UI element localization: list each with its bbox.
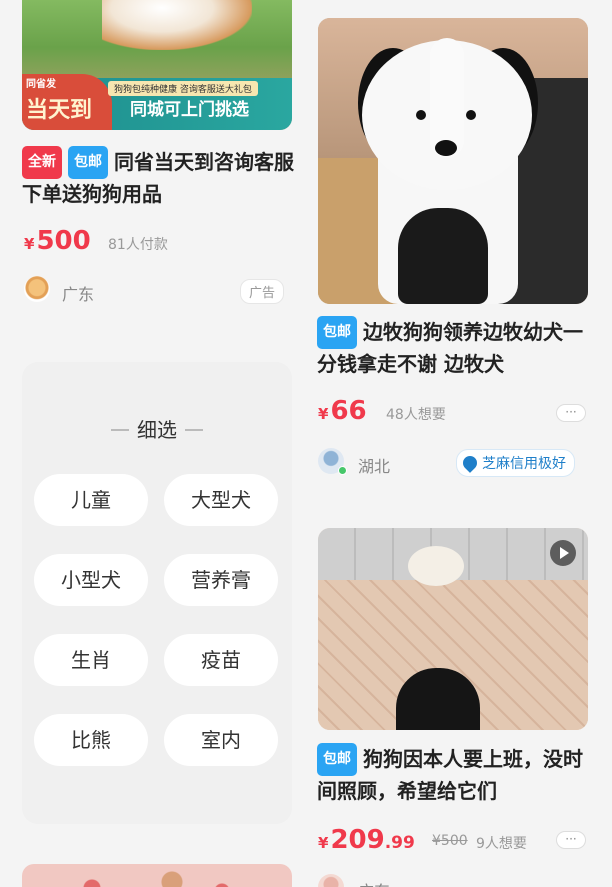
corgi-avatar-icon[interactable]	[24, 276, 50, 302]
badge-free-shipping: 包邮	[68, 146, 108, 179]
image-corner-text: 同省发	[26, 79, 56, 90]
price-puppies: ¥209.99	[318, 825, 415, 855]
product-image-puppies-floor[interactable]	[318, 528, 588, 730]
filter-chip[interactable]: 比熊	[34, 714, 148, 766]
filter-panel: 细选 儿童 大型犬 小型犬 营养膏 生肖 疫苗 比熊 室内	[22, 362, 292, 824]
badge-free-shipping: 包邮	[317, 316, 357, 349]
more-options-icon[interactable]: ···	[556, 404, 586, 422]
badge-free-shipping: 包邮	[317, 743, 357, 776]
product-title-border-collie[interactable]: 包邮 边牧狗狗领养边牧幼犬一分钱拿走不谢 边牧犬	[317, 316, 597, 380]
location-guangdong: 广东	[358, 878, 390, 887]
title-text: 同省当天到咨询客服下单送狗狗用品	[22, 150, 294, 206]
original-price: ¥500	[432, 833, 468, 849]
product-image-border-collie[interactable]	[318, 18, 588, 304]
product-title-puppies[interactable]: 包邮 狗狗因本人要上班，没时间照顾，希望给它们	[317, 743, 599, 807]
product-title-corgi[interactable]: 全新 包邮 同省当天到咨询客服下单送狗狗用品	[22, 146, 302, 210]
product-image-partial[interactable]	[22, 864, 292, 887]
location-hubei: 湖北	[358, 457, 391, 476]
filter-title: 细选	[22, 414, 292, 443]
image-big-text: 当天到	[26, 98, 93, 123]
filter-chip[interactable]: 大型犬	[164, 474, 278, 526]
user-avatar-icon[interactable]	[318, 874, 344, 887]
badge-new: 全新	[22, 146, 62, 179]
filter-chip[interactable]: 室内	[164, 714, 278, 766]
filter-chip[interactable]: 小型犬	[34, 554, 148, 606]
more-options-icon[interactable]: ···	[556, 831, 586, 849]
location-guangdong: 广东	[62, 285, 95, 304]
paid-count: 81人付款	[108, 237, 168, 253]
ad-label: 广告	[240, 279, 285, 304]
want-count: 48人想要	[386, 407, 446, 423]
play-video-icon[interactable]	[550, 540, 576, 566]
filter-chip[interactable]: 儿童	[34, 474, 148, 526]
sesame-credit-icon	[460, 453, 480, 473]
image-right-text: 同城可上门挑选	[130, 100, 249, 120]
sesame-credit-badge: 芝麻信用极好	[456, 449, 575, 477]
product-image-corgi[interactable]: 同省发 狗狗包纯种健康 咨询客服送大礼包 当天到 同城可上门挑选	[22, 0, 292, 130]
price-corgi: ¥500	[24, 226, 91, 256]
filter-chip[interactable]: 营养膏	[164, 554, 278, 606]
filter-chip[interactable]: 疫苗	[164, 634, 278, 686]
price-border-collie: ¥66	[318, 396, 367, 426]
online-status-dot	[338, 466, 347, 475]
corgi-photo	[102, 0, 252, 50]
image-small-banner: 狗狗包纯种健康 咨询客服送大礼包	[108, 81, 258, 96]
want-count: 9人想要	[476, 836, 527, 852]
filter-chip[interactable]: 生肖	[34, 634, 148, 686]
